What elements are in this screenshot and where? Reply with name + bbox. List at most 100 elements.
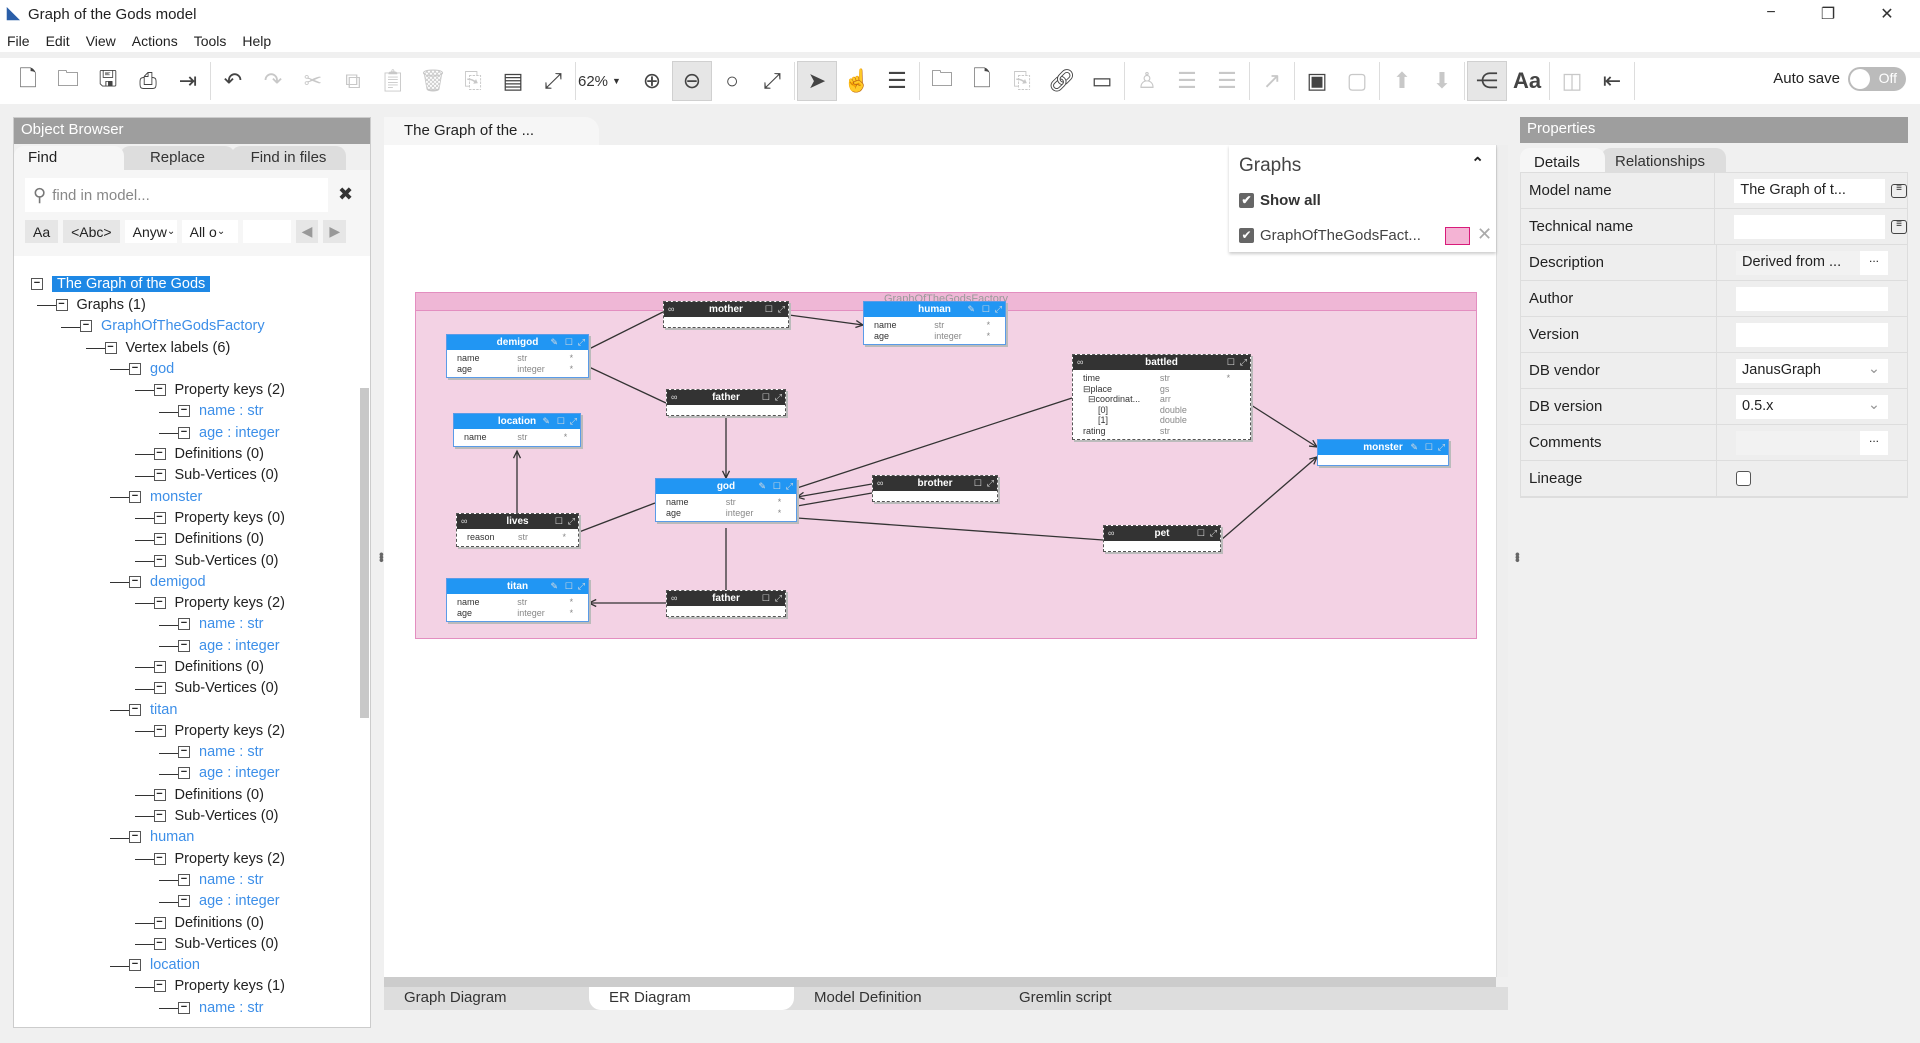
open-icon[interactable]: ☐ bbox=[982, 302, 990, 317]
tree-node[interactable]: − The Graph of the Gods bbox=[31, 273, 364, 294]
tree-node[interactable]: − location bbox=[31, 955, 364, 976]
tree-node[interactable]: − Vertex labels (6) bbox=[31, 337, 364, 358]
hierarchy-icon[interactable]: ⋲ bbox=[1467, 61, 1507, 101]
open-icon[interactable]: ☐ bbox=[1197, 526, 1205, 541]
property-input[interactable]: The Graph of t... bbox=[1734, 178, 1886, 203]
menu-icon[interactable]: ≡ bbox=[1891, 183, 1907, 198]
tree-node[interactable]: − age : integer bbox=[31, 422, 364, 443]
tab-gremlin-script[interactable]: Gremlin script bbox=[999, 987, 1204, 1010]
tree-node[interactable]: − Graphs (1) bbox=[31, 294, 364, 315]
scope-select[interactable]: Anyw ⌄ bbox=[124, 220, 177, 243]
copy-icon[interactable]: ⧉ bbox=[333, 61, 373, 101]
resize-icon[interactable]: ⤢ bbox=[1240, 355, 1247, 370]
property-select[interactable]: JanusGraph ⌄ bbox=[1736, 358, 1888, 383]
collapse-node-icon[interactable]: − bbox=[178, 767, 190, 780]
collapse-node-icon[interactable]: − bbox=[153, 916, 166, 929]
edit-icon[interactable]: ✎ bbox=[1410, 440, 1418, 455]
resize-icon[interactable]: ⤢ bbox=[578, 335, 585, 350]
window-settings-icon[interactable]: ▢ bbox=[1337, 61, 1377, 101]
collapse-node-icon[interactable]: − bbox=[178, 405, 190, 418]
tree-node[interactable]: − name : str bbox=[31, 742, 364, 763]
remove-graph-icon[interactable]: ✕ bbox=[1477, 224, 1492, 245]
add-vertex-icon[interactable]: 🗋 bbox=[962, 61, 1002, 101]
tree-node[interactable]: − Property keys (2) bbox=[31, 592, 364, 613]
tree-node[interactable]: − Property keys (0) bbox=[31, 507, 364, 528]
collapse-node-icon[interactable]: − bbox=[104, 341, 117, 354]
font-icon[interactable]: Aa bbox=[1507, 61, 1547, 101]
resize-icon[interactable]: ⤢ bbox=[987, 476, 994, 491]
open-icon[interactable]: ☐ bbox=[974, 476, 982, 491]
vertex-human[interactable]: human ✎ ☐ ⤢ name str * age integer * bbox=[863, 301, 1006, 345]
paste-icon[interactable]: 📋︎ bbox=[373, 61, 413, 101]
collapse-node-icon[interactable]: − bbox=[153, 937, 166, 950]
resize-icon[interactable]: ⤢ bbox=[775, 390, 782, 405]
collapse-node-icon[interactable]: − bbox=[153, 852, 166, 865]
move-up-icon[interactable]: ⬆ bbox=[1382, 61, 1422, 101]
collapse-node-icon[interactable]: − bbox=[178, 895, 190, 908]
pointer-icon[interactable]: ➤ bbox=[797, 61, 837, 101]
menu-actions[interactable]: Actions bbox=[132, 33, 178, 49]
collapse-node-icon[interactable]: − bbox=[129, 490, 141, 503]
tab-graph-diagram[interactable]: Graph Diagram bbox=[384, 987, 589, 1010]
edit-window-icon[interactable]: ▣ bbox=[1297, 61, 1337, 101]
collapse-node-icon[interactable]: − bbox=[153, 384, 166, 397]
tree-node[interactable]: − age : integer bbox=[31, 635, 364, 656]
collapse-icon[interactable]: ⌃ bbox=[1471, 154, 1484, 172]
open-icon[interactable]: ☐ bbox=[1425, 440, 1433, 455]
collapse-node-icon[interactable]: − bbox=[178, 639, 190, 652]
collapse-node-icon[interactable]: − bbox=[153, 469, 166, 482]
add-edge-icon[interactable]: 🔗︎ bbox=[1042, 61, 1082, 101]
open-external-icon[interactable]: ↗ bbox=[1252, 61, 1292, 101]
tree-node[interactable]: − name : str bbox=[31, 869, 364, 890]
horizontal-scrollbar[interactable] bbox=[384, 977, 1496, 987]
open-icon[interactable]: ☐ bbox=[762, 591, 770, 606]
resize-icon[interactable]: ⤢ bbox=[995, 302, 1002, 317]
new-file-icon[interactable]: 🗋 bbox=[8, 61, 48, 101]
match-case-button[interactable]: Aa bbox=[25, 220, 59, 243]
clear-search-icon[interactable]: ✖ bbox=[338, 184, 353, 205]
edge-pet[interactable]: ∞ pet ☐ ⤢ bbox=[1103, 525, 1221, 552]
open-icon[interactable]: ☐ bbox=[565, 579, 573, 594]
show-all-checkbox[interactable]: ✔ bbox=[1239, 193, 1254, 208]
tree-node[interactable]: − Sub-Vertices (0) bbox=[31, 933, 364, 954]
edit-icon[interactable]: ✎ bbox=[967, 302, 975, 317]
collapse-node-icon[interactable]: − bbox=[153, 533, 166, 546]
tree-node[interactable]: − name : str bbox=[31, 614, 364, 635]
resize-icon[interactable]: ⤢ bbox=[1210, 526, 1217, 541]
tree-node[interactable]: − Definitions (0) bbox=[31, 443, 364, 464]
collapse-node-icon[interactable]: − bbox=[153, 660, 166, 673]
type-select[interactable]: All o ⌄ bbox=[181, 220, 238, 243]
save-icon[interactable]: 🖫 bbox=[88, 61, 128, 101]
property-input[interactable] bbox=[1736, 322, 1888, 347]
split-icon[interactable]: ◫ bbox=[1552, 61, 1592, 101]
filter-input[interactable] bbox=[242, 220, 291, 243]
edge-lives[interactable]: ∞ lives ☐ ⤢ reason str * bbox=[456, 513, 579, 547]
open-icon[interactable]: ☐ bbox=[557, 414, 565, 429]
property-input[interactable] bbox=[1736, 286, 1888, 311]
collapse-node-icon[interactable]: − bbox=[153, 682, 166, 695]
open-icon[interactable]: ☐ bbox=[765, 302, 773, 317]
collapse-panel-icon[interactable]: ⇤ bbox=[1592, 61, 1632, 101]
edge-mother[interactable]: ∞ mother ☐ ⤢ bbox=[663, 301, 789, 328]
tree-node[interactable]: − Definitions (0) bbox=[31, 529, 364, 550]
tree-node[interactable]: − god bbox=[31, 358, 364, 379]
vertical-scrollbar[interactable] bbox=[1496, 145, 1508, 977]
tab-relationships[interactable]: Relationships bbox=[1601, 148, 1726, 172]
tree-node[interactable]: − Definitions (0) bbox=[31, 784, 364, 805]
tab-details[interactable]: Details bbox=[1520, 148, 1605, 172]
vertex-god[interactable]: god ✎ ☐ ⤢ name str * age integer * bbox=[655, 478, 797, 522]
tree-node[interactable]: − monster bbox=[31, 486, 364, 507]
zoom-out-icon[interactable]: ⊖ bbox=[672, 61, 712, 101]
align-icon[interactable]: ☰ bbox=[877, 61, 917, 101]
cut-icon[interactable]: ✂ bbox=[293, 61, 333, 101]
fit-screen-icon[interactable]: ⤢ bbox=[533, 61, 573, 101]
next-result-icon[interactable]: ▶ bbox=[323, 220, 347, 243]
collapse-node-icon[interactable]: − bbox=[178, 618, 190, 631]
edit-icon[interactable]: ✎ bbox=[542, 414, 550, 429]
collapse-node-icon[interactable]: − bbox=[153, 448, 166, 461]
collapse-node-icon[interactable]: − bbox=[129, 959, 141, 972]
tab-replace[interactable]: Replace bbox=[120, 146, 235, 170]
tree-scrollbar[interactable] bbox=[360, 388, 369, 718]
tree-node[interactable]: − Definitions (0) bbox=[31, 912, 364, 933]
lineage-checkbox[interactable] bbox=[1736, 471, 1751, 486]
